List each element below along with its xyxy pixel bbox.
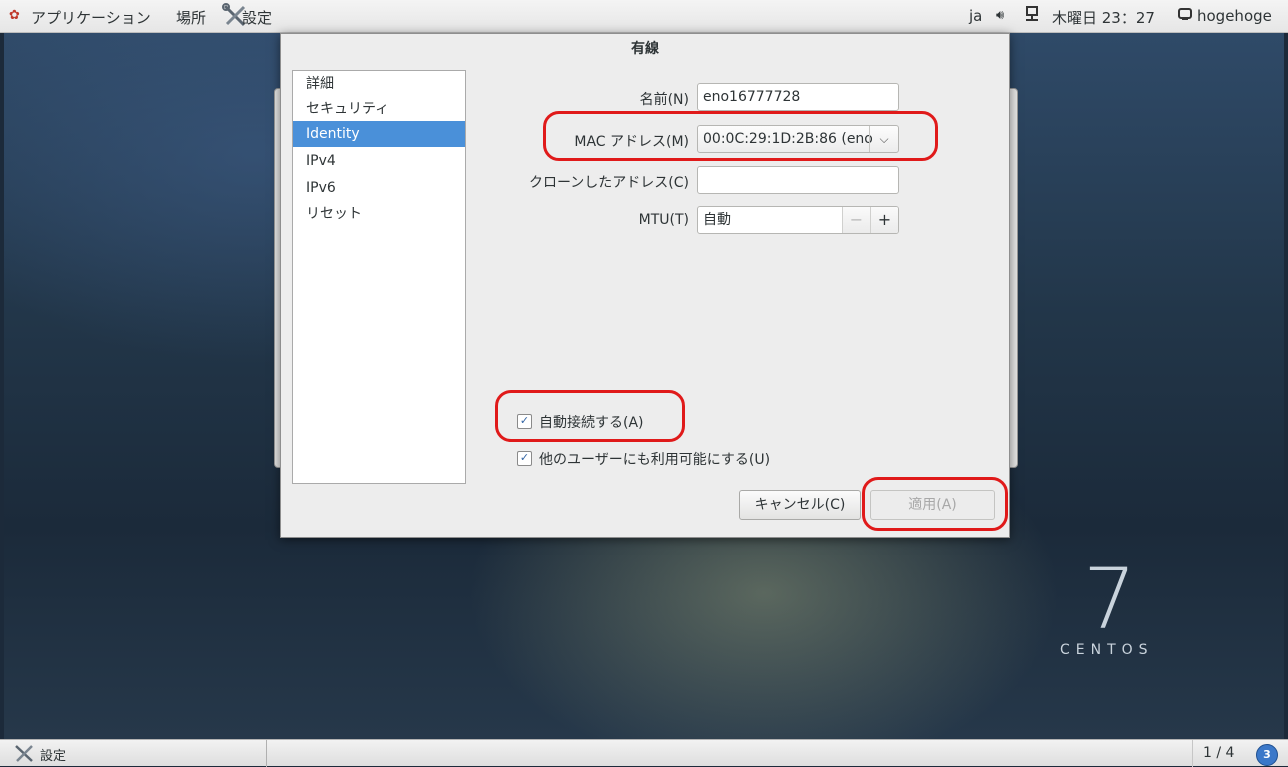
sidebar-item-ipv4[interactable]: IPv4 — [293, 148, 465, 174]
name-field[interactable]: eno16777728 — [697, 83, 899, 111]
notification-badge[interactable]: 3 — [1256, 744, 1278, 766]
network-wired-icon[interactable] — [1025, 6, 1039, 26]
clock[interactable]: 木曜日 23：27 — [1052, 7, 1155, 28]
wired-connection-dialog: 有線 詳細 セキュリティ Identity IPv4 IPv6 リセット 名前(… — [280, 33, 1010, 538]
mac-address-label: MAC アドレス(M) — [574, 134, 689, 150]
settings-tools-icon — [14, 744, 34, 766]
gnome-foot-icon[interactable]: ✿ — [9, 8, 20, 23]
language-indicator[interactable]: ja — [969, 7, 982, 25]
chevron-down-icon[interactable]: ⌵ — [869, 126, 898, 152]
sidebar-item-reset[interactable]: リセット — [293, 201, 465, 227]
cancel-button[interactable]: キャンセル(C) — [739, 490, 861, 520]
centos-logo-number: 7 — [1083, 550, 1137, 648]
dialog-title: 有線 — [631, 41, 659, 57]
mac-address-combo[interactable]: 00:0C:29:1D:2B:86 (eno ⌵ — [697, 125, 899, 153]
mtu-spinbutton[interactable]: 自動 − + — [697, 206, 899, 234]
bottom-panel: 設定 1 / 4 3 — [0, 739, 1288, 767]
apply-button[interactable]: 適用(A) — [870, 490, 995, 520]
user-icon[interactable] — [1178, 7, 1192, 25]
sidebar-item-details[interactable]: 詳細 — [293, 71, 465, 97]
name-label: 名前(N) — [639, 92, 689, 108]
autoconnect-checkbox[interactable]: ✓ — [517, 414, 532, 429]
mtu-value: 自動 — [703, 212, 731, 228]
sidebar-item-ipv6[interactable]: IPv6 — [293, 175, 465, 201]
workspace-divider — [1192, 740, 1193, 767]
workspace-indicator[interactable]: 1 / 4 — [1203, 745, 1234, 761]
mtu-increment-button[interactable]: + — [870, 207, 898, 233]
cloned-address-field[interactable] — [697, 166, 899, 194]
all-users-label[interactable]: 他のユーザーにも利用可能にする(U) — [539, 449, 770, 469]
sidebar-item-security[interactable]: セキュリティ — [293, 96, 465, 122]
centos-logo-text: CENTOS — [1060, 642, 1154, 658]
mtu-decrement-button[interactable]: − — [842, 207, 870, 233]
user-name[interactable]: hogehoge — [1197, 7, 1272, 25]
taskbar-divider — [266, 740, 267, 767]
places-menu[interactable]: 場所 — [176, 7, 206, 28]
applications-menu[interactable]: アプリケーション — [31, 7, 151, 28]
dialog-sidebar: 詳細 セキュリティ Identity IPv4 IPv6 リセット — [292, 70, 466, 484]
volume-icon[interactable]: 🔊︎ — [996, 8, 1004, 23]
cloned-address-label: クローンしたアドレス(C) — [529, 175, 689, 191]
mtu-label: MTU(T) — [638, 212, 689, 228]
taskbar-settings-item[interactable]: 設定 — [40, 745, 66, 764]
autoconnect-label[interactable]: 自動接続する(A) — [539, 412, 644, 432]
sidebar-item-identity[interactable]: Identity — [293, 121, 465, 147]
active-app-name[interactable]: 設定 — [242, 7, 272, 28]
mac-address-value: 00:0C:29:1D:2B:86 (eno — [703, 131, 873, 147]
top-panel: ✿ アプリケーション 場所 設定 ja 🔊︎ 木曜日 23：27 hogehog… — [0, 0, 1288, 33]
all-users-checkbox[interactable]: ✓ — [517, 451, 532, 466]
